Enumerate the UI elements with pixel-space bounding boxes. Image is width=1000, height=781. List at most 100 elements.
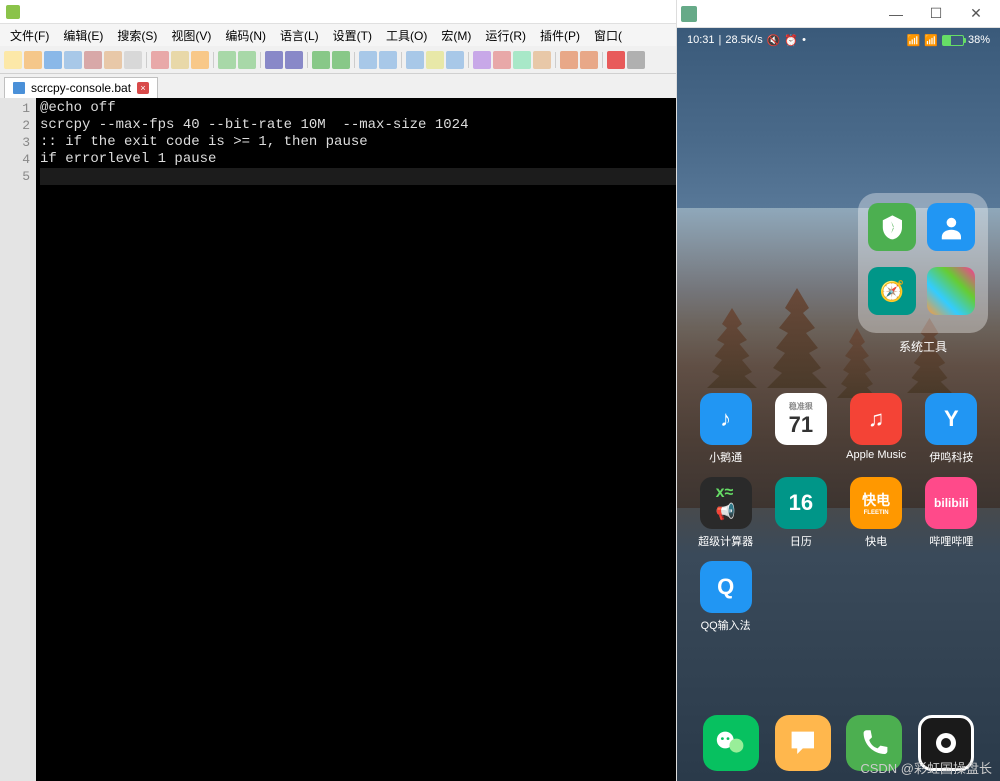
allchars-icon[interactable] <box>426 51 444 69</box>
line-number-gutter: 12345 <box>0 98 36 781</box>
app-xiaoetong[interactable]: ♪ 小鹅通 <box>691 393 760 465</box>
code-line: if errorlevel 1 pause <box>40 151 676 168</box>
toolbar-separator <box>307 52 308 68</box>
app-calendar[interactable]: 16日历 <box>766 477 835 549</box>
contacts-icon[interactable] <box>927 203 975 251</box>
close-all-icon[interactable] <box>104 51 122 69</box>
stop-macro-icon[interactable] <box>627 51 645 69</box>
replace-icon[interactable] <box>285 51 303 69</box>
menu-language[interactable]: 语言(L) <box>274 25 325 46</box>
notepad-plus-plus-window: 文件(F) 编辑(E) 搜索(S) 视图(V) 编码(N) 语言(L) 设置(T… <box>0 0 677 781</box>
status-separator: | <box>719 34 722 46</box>
window-controls: — ☐ ✕ <box>876 1 996 27</box>
app-label: 小鹅通 <box>709 449 742 465</box>
menu-tools[interactable]: 工具(O) <box>380 25 433 46</box>
record-macro-icon[interactable] <box>607 51 625 69</box>
scrcpy-titlebar[interactable]: — ☐ ✕ <box>677 0 1000 28</box>
app-yiming[interactable]: Y伊鸣科技 <box>917 393 986 465</box>
indent-guide-icon[interactable] <box>446 51 464 69</box>
sync-v-icon[interactable] <box>359 51 377 69</box>
app-label: 超级计算器 <box>698 533 753 549</box>
app-icon: 稳准狠71 <box>775 393 827 445</box>
find-icon[interactable] <box>265 51 283 69</box>
maximize-button[interactable]: ☐ <box>916 1 956 27</box>
print-icon[interactable] <box>124 51 142 69</box>
app-icon: 快电FLEETIN <box>850 477 902 529</box>
open-file-icon[interactable] <box>24 51 42 69</box>
app-icon: ♫ <box>850 393 902 445</box>
paste-icon[interactable] <box>191 51 209 69</box>
code-editor[interactable]: 12345 @echo off scrcpy --max-fps 40 --bi… <box>0 98 676 781</box>
menu-file[interactable]: 文件(F) <box>4 25 55 46</box>
system-tools-folder[interactable]: 🧭 <box>858 193 988 333</box>
menu-encoding[interactable]: 编码(N) <box>219 25 272 46</box>
phone-status-bar[interactable]: 10:31 | 28.5K/s 🔇 ⏰ • 📶 📶 38% <box>677 28 1000 52</box>
app-icon: bilibili <box>925 477 977 529</box>
wordwrap-icon[interactable] <box>406 51 424 69</box>
compass-icon[interactable]: 🧭 <box>868 267 916 315</box>
code-line: scrcpy --max-fps 40 --bit-rate 10M --max… <box>40 117 676 134</box>
signal-icon: 📶 <box>907 34 921 47</box>
minimize-button[interactable]: — <box>876 1 916 27</box>
menu-view[interactable]: 视图(V) <box>165 25 217 46</box>
dock-wechat[interactable] <box>703 715 759 771</box>
toolbar-separator <box>146 52 147 68</box>
toolbar-separator <box>401 52 402 68</box>
udl-icon[interactable] <box>473 51 491 69</box>
status-net-speed: 28.5K/s <box>725 34 762 46</box>
scrcpy-window: — ☐ ✕ 10:31 | 28.5K/s 🔇 ⏰ • 📶 📶 38% <box>677 0 1000 781</box>
app-fleetin[interactable]: 快电FLEETIN 快电 <box>842 477 911 549</box>
close-button[interactable]: ✕ <box>956 1 996 27</box>
save-all-icon[interactable] <box>64 51 82 69</box>
file-tab[interactable]: scrcpy-console.bat × <box>4 77 158 98</box>
alarm-icon: ⏰ <box>784 34 798 47</box>
code-area[interactable]: @echo off scrcpy --max-fps 40 --bit-rate… <box>36 98 676 781</box>
docmap-icon[interactable] <box>493 51 511 69</box>
menu-window[interactable]: 窗口( <box>588 25 628 46</box>
tab-filename: scrcpy-console.bat <box>31 81 131 95</box>
security-icon[interactable] <box>868 203 916 251</box>
funclist-icon[interactable] <box>533 51 551 69</box>
tab-close-icon[interactable]: × <box>137 82 149 94</box>
app-bilibili[interactable]: bilibili哔哩哔哩 <box>917 477 986 549</box>
app-label: 快电 <box>865 533 887 549</box>
zoom-in-icon[interactable] <box>312 51 330 69</box>
redo-icon[interactable] <box>238 51 256 69</box>
app-icon: ♪ <box>700 393 752 445</box>
copy-icon[interactable] <box>171 51 189 69</box>
undo-icon[interactable] <box>218 51 236 69</box>
cut-icon[interactable] <box>151 51 169 69</box>
app-calculator[interactable]: x≈📢超级计算器 <box>691 477 760 549</box>
folder-workspace-icon[interactable] <box>560 51 578 69</box>
menu-edit[interactable]: 编辑(E) <box>57 25 109 46</box>
monitor-icon[interactable] <box>580 51 598 69</box>
menu-settings[interactable]: 设置(T) <box>327 25 378 46</box>
app-apple-music[interactable]: ♫ Apple Music <box>842 393 911 465</box>
dock-messages[interactable] <box>775 715 831 771</box>
battery-icon <box>942 35 964 46</box>
npp-titlebar[interactable] <box>0 0 676 24</box>
new-file-icon[interactable] <box>4 51 22 69</box>
phone-mirror-screen[interactable]: 10:31 | 28.5K/s 🔇 ⏰ • 📶 📶 38% 🧭 系统工具 ♪小鹅… <box>677 28 1000 781</box>
app-icon: Q <box>700 561 752 613</box>
sync-h-icon[interactable] <box>379 51 397 69</box>
multi-apps-icon[interactable] <box>927 267 975 315</box>
npp-app-icon <box>6 5 20 19</box>
menu-search[interactable]: 搜索(S) <box>111 25 163 46</box>
app-grid: ♪ 小鹅通 稳准狠71 ♫ Apple Music Y伊鸣科技 x≈📢超级计算器 1… <box>677 393 1000 633</box>
menu-plugins[interactable]: 插件(P) <box>534 25 586 46</box>
doclist-icon[interactable] <box>513 51 531 69</box>
toolbar-separator <box>354 52 355 68</box>
code-line: @echo off <box>40 100 676 117</box>
dnd-icon: 🔇 <box>767 34 781 47</box>
app-qq-ime[interactable]: QQQ输入法 <box>691 561 760 633</box>
menu-macro[interactable]: 宏(M) <box>435 25 477 46</box>
code-line <box>40 168 676 185</box>
zoom-out-icon[interactable] <box>332 51 350 69</box>
close-icon[interactable] <box>84 51 102 69</box>
menu-run[interactable]: 运行(R) <box>479 25 532 46</box>
app-calendar-widget[interactable]: 稳准狠71 <box>766 393 835 465</box>
npp-menubar: 文件(F) 编辑(E) 搜索(S) 视图(V) 编码(N) 语言(L) 设置(T… <box>0 24 676 46</box>
save-icon[interactable] <box>44 51 62 69</box>
app-label: Apple Music <box>846 449 906 461</box>
